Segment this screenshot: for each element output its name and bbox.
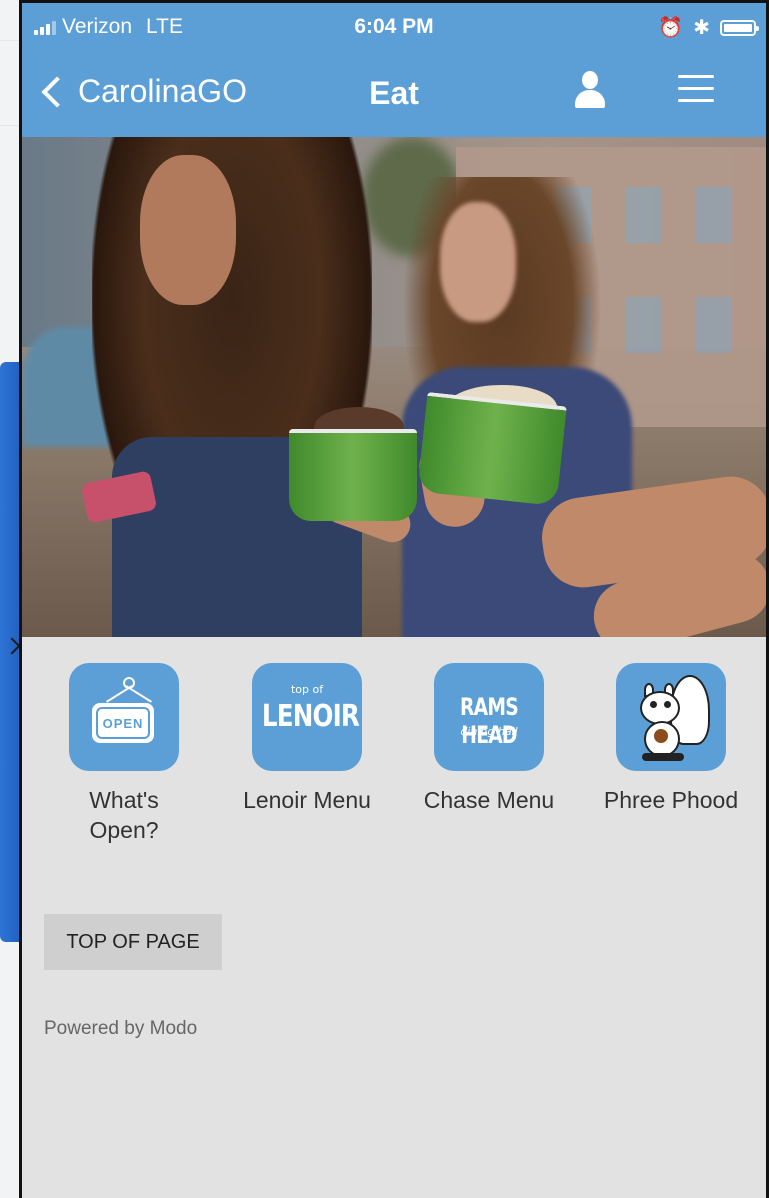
top-of-page-button[interactable]: TOP OF PAGE	[44, 914, 222, 970]
battery-icon	[720, 19, 759, 36]
tile-label: Chase Menu	[423, 787, 555, 813]
lenoir-logo-main: LENOIR	[261, 699, 360, 734]
status-bar: Verizon LTE 6:04 PM ⏰ ✱	[22, 3, 766, 49]
open-sign-icon: OPEN	[69, 663, 179, 771]
tile-label: Phree Phood	[603, 787, 739, 813]
rams-head-logo-sub: dining hall	[460, 725, 518, 738]
rams-head-logo-icon: RAMS HEAD dining hall	[434, 663, 544, 771]
nav-bar: CarolinaGO Eat	[22, 49, 766, 137]
phone-screen: Verizon LTE 6:04 PM ⏰ ✱ CarolinaGO Eat O…	[19, 0, 769, 1198]
menu-icon[interactable]	[678, 75, 714, 105]
lenoir-menu-tile[interactable]: top of LENOIR Lenoir Menu	[219, 663, 395, 815]
squirrel-icon	[616, 663, 726, 771]
tile-label: What's Open?	[89, 787, 159, 843]
launcher-grid: OPEN What's Open? top of LENOIR Lenoir M…	[22, 637, 766, 877]
chase-menu-tile[interactable]: RAMS HEAD dining hall Chase Menu	[401, 663, 577, 815]
lenoir-logo-icon: top of LENOIR	[252, 663, 362, 771]
whats-open-tile[interactable]: OPEN What's Open?	[36, 663, 212, 845]
alarm-icon: ⏰	[658, 17, 684, 39]
tile-label: Lenoir Menu	[243, 787, 371, 813]
back-button[interactable]: CarolinaGO	[40, 73, 247, 110]
powered-by-text: Powered by Modo	[44, 1018, 198, 1039]
lenoir-logo-top: top of	[290, 683, 324, 696]
chevron-left-icon	[41, 75, 73, 108]
hero-photo	[22, 137, 766, 637]
rams-head-logo-main: RAMS HEAD	[460, 693, 519, 749]
back-label: CarolinaGO	[78, 73, 247, 109]
status-right: ⏰ ✱	[658, 15, 759, 40]
bluetooth-icon: ✱	[693, 17, 710, 39]
phree-phood-tile[interactable]: Phree Phood	[583, 663, 759, 815]
status-time: 6:04 PM	[354, 15, 434, 38]
user-icon[interactable]	[573, 71, 607, 111]
